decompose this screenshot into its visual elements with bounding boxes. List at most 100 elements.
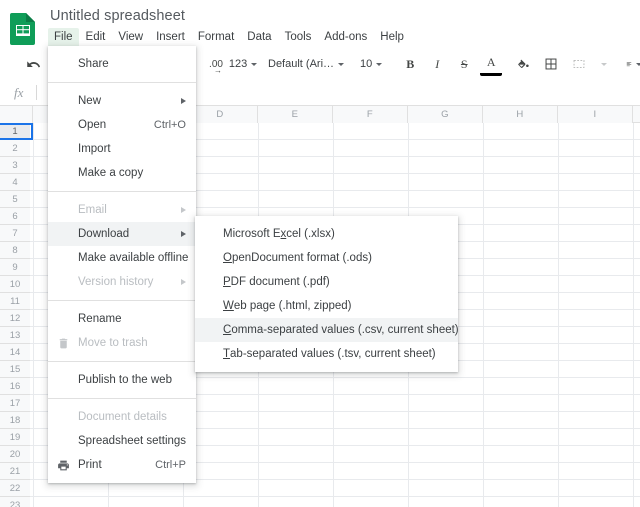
menu-item-label: Version history — [78, 276, 153, 288]
menu-item-label: Publish to the web — [78, 374, 172, 386]
download-menu-item-pdf-document-pdf[interactable]: PDF document (.pdf) — [195, 270, 458, 294]
file-menu-item-make-a-copy[interactable]: Make a copy — [48, 161, 196, 185]
row-header-5[interactable]: 5 — [0, 191, 30, 208]
row-header-16[interactable]: 16 — [0, 378, 30, 395]
google-sheets-icon[interactable] — [10, 13, 36, 45]
file-menu-item-import[interactable]: Import — [48, 137, 196, 161]
row-header-10[interactable]: 10 — [0, 276, 30, 293]
row-header-13[interactable]: 13 — [0, 327, 30, 344]
menubar-item-insert[interactable]: Insert — [150, 28, 191, 48]
undo-icon[interactable] — [22, 52, 44, 76]
menu-item-label: Spreadsheet settings — [78, 435, 186, 447]
fill-color-icon[interactable] — [512, 52, 534, 76]
file-menu-item-print[interactable]: PrintCtrl+P — [48, 453, 196, 477]
increase-decimal-button[interactable]: .00 → — [205, 52, 227, 76]
font-family-value: Default (Ari… — [268, 58, 334, 70]
row-header-7[interactable]: 7 — [0, 225, 30, 242]
menubar-item-help[interactable]: Help — [374, 28, 410, 48]
menubar-item-data[interactable]: Data — [241, 28, 277, 48]
menu-item-shortcut: Ctrl+O — [144, 119, 186, 131]
menu-item-label-suffix: DF document (.pdf) — [231, 276, 330, 288]
download-menu-item-microsoft-excel-xlsx[interactable]: Microsoft Excel (.xlsx) — [195, 222, 458, 246]
bold-button[interactable]: B — [399, 52, 421, 76]
menubar-item-file[interactable]: File — [48, 28, 79, 48]
menubar-item-format[interactable]: Format — [192, 28, 240, 48]
file-menu-item-download[interactable]: Download — [48, 222, 196, 246]
row-header-23[interactable]: 23 — [0, 497, 30, 507]
row-header-17[interactable]: 17 — [0, 395, 30, 412]
borders-icon[interactable] — [540, 52, 562, 76]
menubar-item-tools[interactable]: Tools — [279, 28, 318, 48]
file-menu-item-make-available-offline[interactable]: Make available offline — [48, 246, 196, 270]
menu-item-label: Download — [78, 228, 129, 240]
file-menu-item-rename[interactable]: Rename — [48, 307, 196, 331]
file-menu-item-open[interactable]: Open Ctrl+O — [48, 113, 196, 137]
menubar-item-view[interactable]: View — [112, 28, 149, 48]
chevron-down-icon — [636, 63, 640, 66]
column-header-A[interactable]: A — [0, 106, 33, 123]
download-submenu[interactable]: Microsoft Excel (.xlsx)OpenDocument form… — [195, 216, 458, 372]
file-menu-item-spreadsheet-settings[interactable]: Spreadsheet settings — [48, 429, 196, 453]
row-header-21[interactable]: 21 — [0, 463, 30, 480]
menu-item-label: Email — [78, 204, 107, 216]
column-header-G[interactable]: G — [408, 106, 483, 123]
row-header-20[interactable]: 20 — [0, 446, 30, 463]
row-header-19[interactable]: 19 — [0, 429, 30, 446]
row-header-18[interactable]: 18 — [0, 412, 30, 429]
menu-separator — [48, 191, 196, 192]
row-header-2[interactable]: 2 — [0, 140, 30, 157]
row-header-6[interactable]: 6 — [0, 208, 30, 225]
file-menu-item-document-details: Document details — [48, 405, 196, 429]
menubar-item-edit[interactable]: Edit — [80, 28, 112, 48]
file-menu-item-version-history: Version history — [48, 270, 196, 294]
menu-item-label-suffix: omma-separated values (.csv, current she… — [231, 324, 458, 336]
row-header-1[interactable]: 1 — [0, 123, 30, 140]
strikethrough-button[interactable]: S — [453, 52, 475, 76]
column-header-H[interactable]: H — [483, 106, 558, 123]
row-header-14[interactable]: 14 — [0, 344, 30, 361]
file-menu-item-publish-to-the-web[interactable]: Publish to the web — [48, 368, 196, 392]
download-menu-item-tab-separated-values-tsv-current-sheet[interactable]: Tab-separated values (.tsv, current shee… — [195, 342, 458, 366]
row-header-15[interactable]: 15 — [0, 361, 30, 378]
access-key: O — [223, 252, 232, 264]
row-header-8[interactable]: 8 — [0, 242, 30, 259]
row-header-9[interactable]: 9 — [0, 259, 30, 276]
row-header-4[interactable]: 4 — [0, 174, 30, 191]
file-menu[interactable]: Share New Open Ctrl+O ImportMake a copy Email… — [48, 46, 196, 483]
trash-icon — [55, 335, 71, 351]
file-menu-item-new[interactable]: New — [48, 89, 196, 113]
text-color-button[interactable]: A — [480, 52, 502, 76]
row-header-22[interactable]: 22 — [0, 480, 30, 497]
column-header-E[interactable]: E — [258, 106, 333, 123]
print-icon — [55, 457, 71, 473]
italic-button[interactable]: I — [426, 52, 448, 76]
menu-item-label-prefix: Microsoft E — [223, 228, 281, 240]
access-key: W — [223, 300, 234, 312]
font-family-select[interactable]: Default (Ari… — [264, 52, 342, 76]
access-key: C — [223, 324, 231, 336]
number-format-button[interactable]: 123 — [232, 52, 254, 76]
horizontal-align-icon[interactable] — [623, 52, 640, 76]
page-title[interactable]: Untitled spreadsheet — [50, 8, 185, 24]
merge-cells-dropdown[interactable] — [591, 52, 613, 76]
row-header-3[interactable]: 3 — [0, 157, 30, 174]
menu-item-label: Open — [78, 119, 106, 131]
submenu-arrow-icon — [181, 207, 186, 213]
column-header-I[interactable]: I — [558, 106, 633, 123]
file-menu-item-move-to-trash: Move to trash — [48, 331, 196, 355]
download-menu-item-web-page-html-zipped[interactable]: Web page (.html, zipped) — [195, 294, 458, 318]
header: Untitled spreadsheet FileEditViewInsertF… — [0, 0, 640, 48]
row-header-11[interactable]: 11 — [0, 293, 30, 310]
download-menu-item-comma-separated-values-csv-current-sheet[interactable]: Comma-separated values (.csv, current sh… — [195, 318, 458, 342]
right-arrow-icon: → — [214, 66, 222, 75]
menu-item-label-suffix: ab-separated values (.tsv, current sheet… — [230, 348, 436, 360]
column-header-F[interactable]: F — [333, 106, 408, 123]
download-menu-item-opendocument-format-ods[interactable]: OpenDocument format (.ods) — [195, 246, 458, 270]
font-size-select[interactable]: 10 — [352, 52, 386, 76]
grid-column-line — [558, 123, 559, 507]
menu-separator — [48, 361, 196, 362]
file-menu-item-share[interactable]: Share — [48, 52, 196, 76]
row-header-12[interactable]: 12 — [0, 310, 30, 327]
merge-cells-icon[interactable] — [568, 52, 590, 76]
menubar-item-add-ons[interactable]: Add-ons — [318, 28, 373, 48]
